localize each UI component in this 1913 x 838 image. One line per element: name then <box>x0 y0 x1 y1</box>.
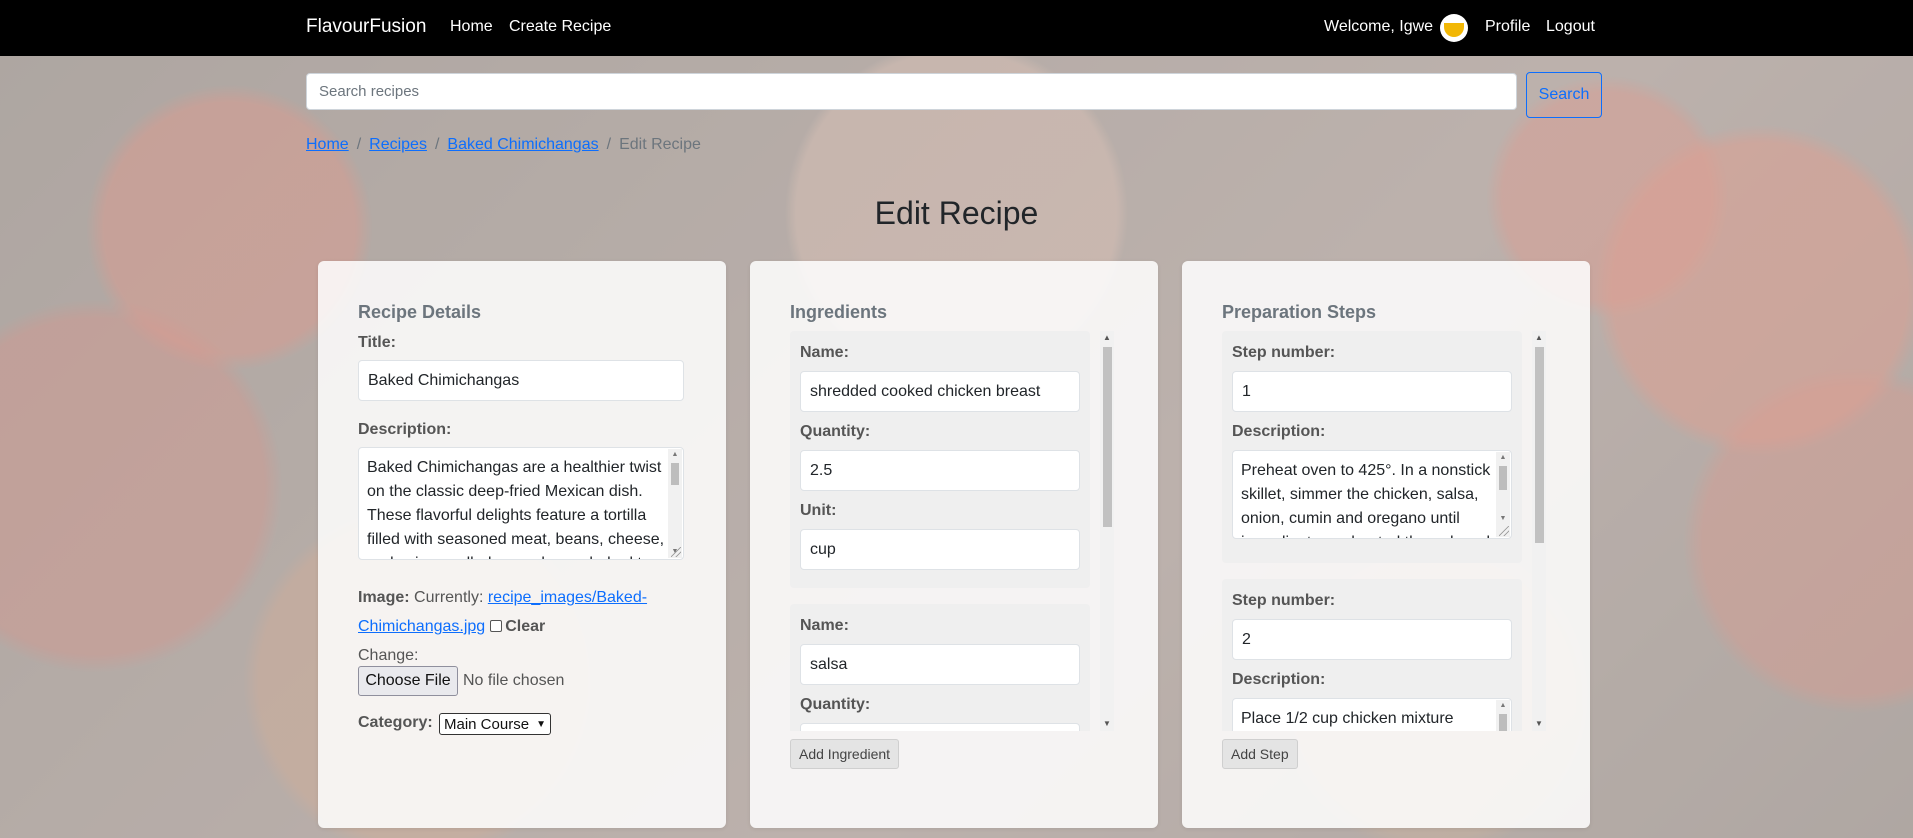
breadcrumb: Home / Recipes / Baked Chimichangas / Edit Rec… <box>306 136 701 154</box>
description-scrollbar[interactable]: ▲ ▼ <box>668 449 682 558</box>
choose-file-button[interactable]: Choose File <box>358 666 458 696</box>
scroll-thumb[interactable] <box>1103 347 1112 527</box>
recipe-details-card: Recipe Details Title: Baked Chimichangas… <box>318 261 726 828</box>
ingredient-name-label: Name: <box>800 617 849 634</box>
scroll-thumb[interactable] <box>1499 466 1507 490</box>
step-description-scrollbar[interactable]: ▲ ▼ <box>1496 452 1510 537</box>
ingredient-name-input[interactable]: salsa <box>800 644 1080 685</box>
resize-handle-icon[interactable] <box>1499 526 1509 536</box>
page-title: Edit Recipe <box>874 195 1039 231</box>
scroll-down-icon[interactable]: ▼ <box>1532 717 1546 731</box>
breadcrumb-current: Edit Recipe <box>619 136 701 153</box>
ingredient-unit-label: Unit: <box>800 502 837 519</box>
ingredients-list: Name: shredded cooked chicken breast Qua… <box>790 331 1114 731</box>
category-label: Category: <box>358 714 433 731</box>
scroll-up-icon[interactable]: ▲ <box>1100 331 1114 345</box>
search-input[interactable] <box>306 73 1517 110</box>
scroll-up-icon[interactable]: ▲ <box>668 449 682 461</box>
steps-list: Step number: 1 Description: Preheat oven… <box>1222 331 1546 731</box>
avatar <box>1440 14 1468 42</box>
ingredient-name-label: Name: <box>800 344 849 361</box>
step-description-textarea[interactable]: Place 1/2 cup chicken mixture ▲ <box>1232 698 1512 731</box>
breadcrumb-separator: / <box>434 136 440 153</box>
description-textarea[interactable]: Baked Chimichangas are a healthier twist… <box>358 447 684 560</box>
step-description-textarea[interactable]: Preheat oven to 425°. In a nonstick skil… <box>1232 450 1512 539</box>
scroll-thumb[interactable] <box>1499 714 1507 731</box>
ingredients-heading: Ingredients <box>790 302 888 322</box>
breadcrumb-recipes[interactable]: Recipes <box>369 136 427 153</box>
ingredients-card: Ingredients Name: shredded cooked chicke… <box>750 261 1158 828</box>
breadcrumb-recipe[interactable]: Baked Chimichangas <box>447 136 598 153</box>
welcome-text: Welcome, Igwe <box>1324 18 1434 35</box>
steps-scrollbar[interactable]: ▲ ▼ <box>1532 331 1546 731</box>
scroll-up-icon[interactable]: ▲ <box>1532 331 1546 345</box>
breadcrumb-home[interactable]: Home <box>306 136 349 153</box>
ingredient-quantity-label: Quantity: <box>800 423 871 440</box>
breadcrumb-separator: / <box>606 136 612 153</box>
title-label: Title: <box>358 334 396 351</box>
title-input[interactable]: Baked Chimichangas <box>358 360 684 401</box>
image-row: Image: Currently: recipe_images/Baked-Ch… <box>358 583 688 670</box>
ingredient-item: Name: salsa Quantity: <box>790 604 1090 731</box>
category-value: Main Course <box>444 715 530 733</box>
category-select[interactable]: Main Course ▼ <box>439 713 551 735</box>
nav-profile-link[interactable]: Profile <box>1485 18 1530 36</box>
clear-label: Clear <box>505 618 546 635</box>
scroll-up-icon[interactable]: ▲ <box>1496 452 1510 464</box>
currently-label: Currently: <box>414 589 484 606</box>
add-ingredient-button[interactable]: Add Ingredient <box>790 739 900 769</box>
scroll-thumb[interactable] <box>671 463 679 485</box>
scroll-down-icon[interactable]: ▼ <box>1100 717 1114 731</box>
scroll-thumb[interactable] <box>1535 347 1544 543</box>
brand-logo[interactable]: FlavourFusion <box>306 16 426 38</box>
ingredient-quantity-label: Quantity: <box>800 696 871 713</box>
step-description-text: Place 1/2 cup chicken mixture <box>1241 710 1454 727</box>
step-number-label: Step number: <box>1232 592 1336 609</box>
add-step-button[interactable]: Add Step <box>1222 739 1298 769</box>
chevron-down-icon: ▼ <box>536 718 546 730</box>
description-label: Description: <box>358 421 452 438</box>
ingredient-quantity-input[interactable]: 2.5 <box>800 450 1080 491</box>
ingredient-quantity-input[interactable] <box>800 723 1080 731</box>
search-button[interactable]: Search <box>1526 72 1602 118</box>
ingredients-scrollbar[interactable]: ▲ ▼ <box>1100 331 1114 731</box>
navbar: FlavourFusion Home Create Recipe Welcome… <box>0 0 1913 56</box>
step-number-label: Step number: <box>1232 344 1336 361</box>
scroll-up-icon[interactable]: ▲ <box>1496 700 1510 712</box>
nav-logout-link[interactable]: Logout <box>1546 18 1595 36</box>
recipe-details-heading: Recipe Details <box>358 302 482 322</box>
breadcrumb-separator: / <box>356 136 362 153</box>
step-description-scrollbar[interactable]: ▲ <box>1496 700 1510 731</box>
change-label: Change: <box>358 647 419 664</box>
step-item: Step number: 1 Description: Preheat oven… <box>1222 331 1522 563</box>
preparation-steps-card: Preparation Steps Step number: 1 Descrip… <box>1182 261 1590 828</box>
step-number-input[interactable]: 1 <box>1232 371 1512 412</box>
ingredient-item: Name: shredded cooked chicken breast Qua… <box>790 331 1090 588</box>
resize-handle-icon[interactable] <box>671 547 681 557</box>
image-label: Image: <box>358 589 410 606</box>
no-file-text: No file chosen <box>463 672 565 689</box>
ingredient-unit-input[interactable]: cup <box>800 529 1080 570</box>
scroll-down-icon[interactable]: ▼ <box>1496 513 1510 525</box>
preparation-steps-heading: Preparation Steps <box>1222 302 1377 322</box>
step-description-label: Description: <box>1232 671 1326 688</box>
ingredient-name-input[interactable]: shredded cooked chicken breast <box>800 371 1080 412</box>
step-item: Step number: 2 Description: Place 1/2 cu… <box>1222 579 1522 731</box>
nav-home-link[interactable]: Home <box>450 18 493 36</box>
step-description-label: Description: <box>1232 423 1326 440</box>
clear-checkbox[interactable] <box>490 620 503 632</box>
step-number-input[interactable]: 2 <box>1232 619 1512 660</box>
description-text: Baked Chimichangas are a healthier twist… <box>367 459 665 559</box>
step-description-text: Preheat oven to 425°. In a nonstick skil… <box>1241 462 1491 538</box>
nav-create-recipe-link[interactable]: Create Recipe <box>509 18 611 36</box>
